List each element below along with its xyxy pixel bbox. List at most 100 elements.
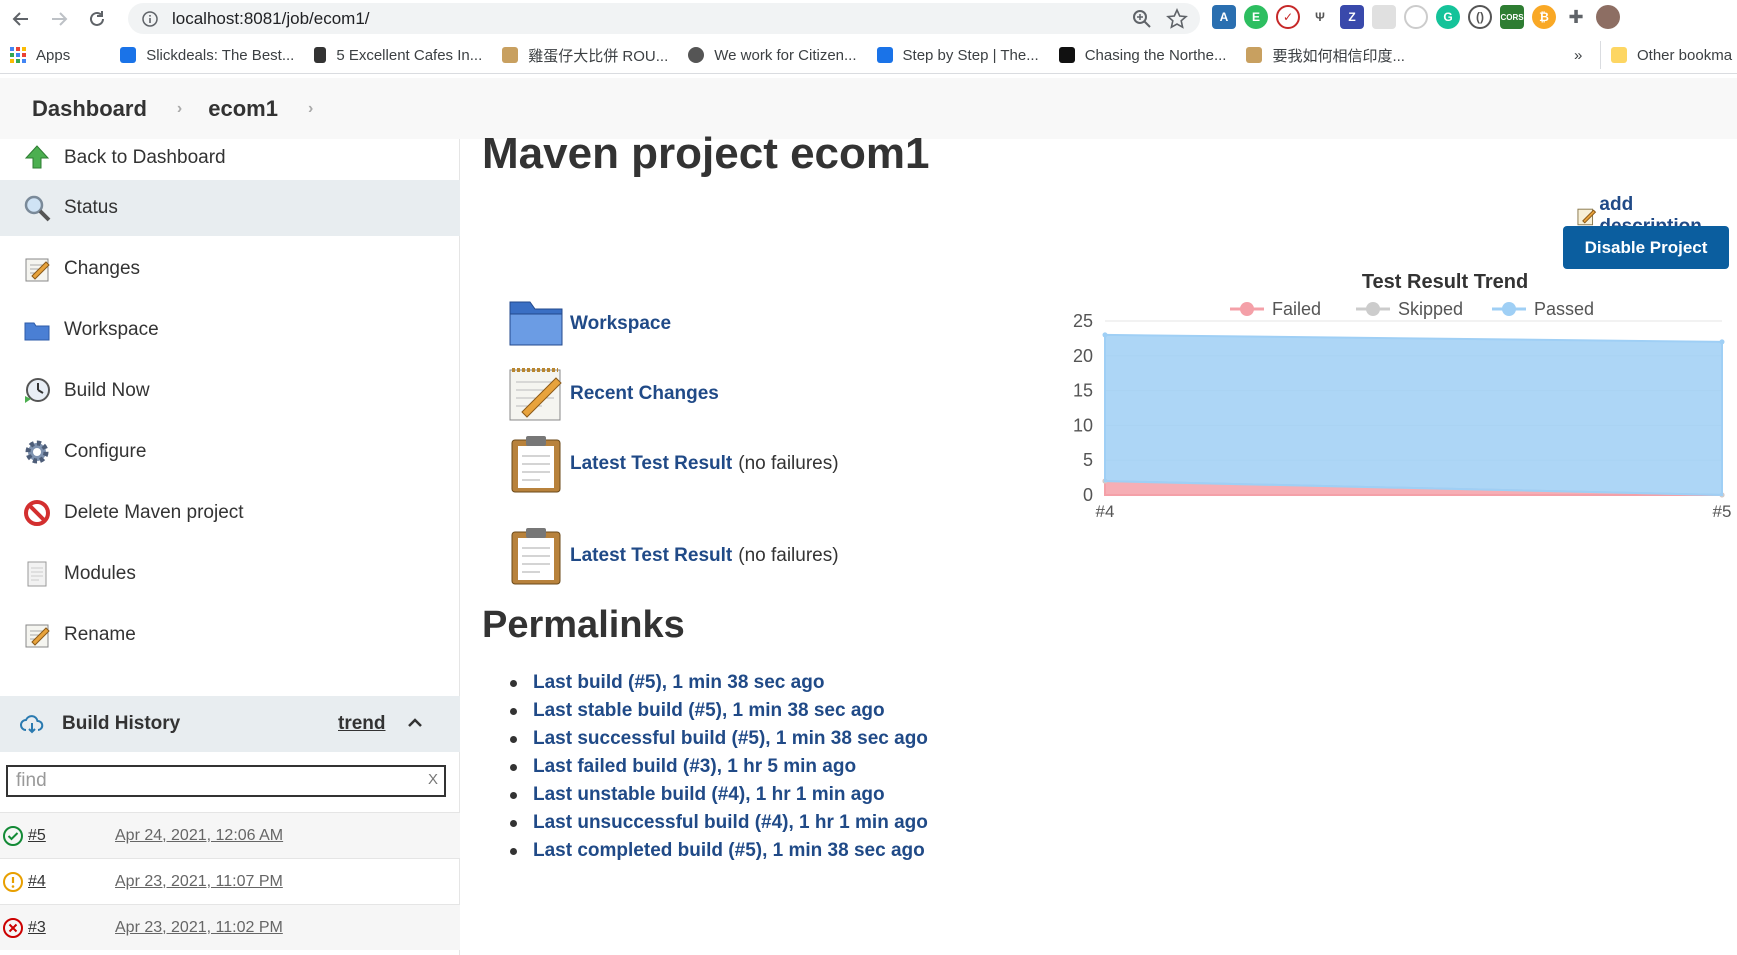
task-rename[interactable]: Rename	[0, 607, 460, 663]
permalink-link[interactable]: Last stable build (#5), 1 min 38 sec ago	[533, 700, 885, 722]
folder-icon	[24, 322, 50, 341]
chevron-right-icon[interactable]: ›	[177, 100, 182, 118]
permalink-link[interactable]: Last unstable build (#4), 1 hr 1 min ago	[533, 784, 885, 806]
more-bookmarks-button[interactable]: »	[1564, 41, 1592, 69]
chevron-up-icon[interactable]	[406, 714, 424, 732]
forward-button[interactable]	[42, 2, 76, 36]
extension-icon[interactable]: Z	[1340, 5, 1364, 29]
breadcrumb-dashboard[interactable]: Dashboard	[32, 96, 147, 122]
task-configure[interactable]: Configure	[0, 424, 460, 480]
bullet	[510, 791, 517, 799]
build-row[interactable]: #4 Apr 23, 2021, 11:07 PM	[0, 858, 460, 904]
url-text[interactable]: localhost:8081/job/ecom1/	[172, 9, 370, 29]
task-back-to-dashboard[interactable]: Back to Dashboard	[0, 130, 460, 186]
bookmark-item[interactable]: Chasing the Northe...	[1049, 41, 1237, 69]
permalink-item[interactable]: Last unsuccessful build (#4), 1 hr 1 min…	[510, 809, 928, 837]
build-search-input[interactable]: find X	[6, 765, 446, 797]
favicon	[120, 47, 137, 63]
favicon	[1246, 47, 1263, 63]
up-arrow-icon	[24, 145, 50, 169]
zoom-icon[interactable]	[1132, 9, 1152, 29]
cors-icon[interactable]: CORS	[1500, 5, 1524, 29]
chevron-double-right-icon: »	[1574, 46, 1583, 64]
address-bar[interactable]: localhost:8081/job/ecom1/	[128, 3, 1200, 34]
disable-project-button[interactable]: Disable Project	[1563, 226, 1729, 269]
chevron-right-icon[interactable]: ›	[308, 100, 313, 118]
magnifier-icon	[24, 195, 51, 222]
task-build-now[interactable]: Build Now	[0, 363, 460, 419]
bookmark-item[interactable]: Step by Step | The...	[867, 41, 1049, 69]
workspace-link[interactable]: Workspace	[570, 313, 671, 335]
build-history-title: Build History	[62, 713, 181, 734]
test-result-note: (no failures)	[738, 453, 839, 474]
reload-button[interactable]	[80, 2, 114, 36]
grammarly-icon[interactable]: G	[1436, 5, 1460, 29]
other-bookmarks[interactable]: Other bookma	[1600, 41, 1737, 69]
recent-changes-link[interactable]: Recent Changes	[570, 383, 719, 405]
bookmark-label: 雞蛋仔大比併 ROU...	[528, 47, 669, 65]
permalink-item[interactable]: Last successful build (#5), 1 min 38 sec…	[510, 725, 928, 753]
extension-icon[interactable]: A	[1212, 5, 1236, 29]
build-number-link[interactable]: #4	[28, 873, 46, 891]
bookmark-item[interactable]: 要我如何相信印度...	[1236, 41, 1415, 69]
bookmark-apps[interactable]: Apps	[0, 41, 80, 69]
task-status[interactable]: Status	[0, 180, 460, 236]
back-button[interactable]	[4, 2, 38, 36]
latest-test-result-link-row[interactable]: Latest Test Result (no failures)	[506, 434, 839, 494]
permalink-item[interactable]: Last completed build (#5), 1 min 38 sec …	[510, 837, 928, 865]
latest-test-result-link[interactable]: Latest Test Result	[570, 545, 732, 567]
clear-search-button[interactable]: X	[428, 771, 438, 788]
breadcrumb-ecom1[interactable]: ecom1	[208, 96, 278, 122]
permalink-item[interactable]: Last unstable build (#4), 1 hr 1 min ago	[510, 781, 928, 809]
build-number-link[interactable]: #5	[28, 827, 46, 845]
bookmark-item[interactable]: We work for Citizen...	[678, 41, 866, 69]
latest-test-result-link-row[interactable]: Latest Test Result (no failures)	[506, 526, 839, 586]
build-row[interactable]: #3 Apr 23, 2021, 11:02 PM	[0, 904, 460, 950]
bookmark-item[interactable]: 5 Excellent Cafes In...	[304, 41, 492, 69]
extension-icon[interactable]	[1372, 5, 1396, 29]
task-changes[interactable]: Changes	[0, 241, 460, 297]
extension-icon[interactable]: Ψ	[1308, 5, 1332, 29]
bookmark-item[interactable]: 雞蛋仔大比併 ROU...	[492, 41, 678, 69]
bookmark-label: Apps	[36, 46, 71, 64]
permalink-link[interactable]: Last build (#5), 1 min 38 sec ago	[533, 672, 824, 694]
recent-changes-link-row[interactable]: Recent Changes	[506, 364, 719, 424]
permalink-link[interactable]: Last failed build (#3), 1 hr 5 min ago	[533, 756, 856, 778]
no-entry-icon	[24, 500, 50, 526]
build-history-trend-link[interactable]: trend	[338, 713, 386, 735]
data-point	[1719, 339, 1725, 345]
permalink-item[interactable]: Last failed build (#3), 1 hr 5 min ago	[510, 753, 928, 781]
data-point	[1102, 332, 1108, 338]
build-date-link[interactable]: Apr 23, 2021, 11:02 PM	[115, 919, 283, 937]
permalink-link[interactable]: Last successful build (#5), 1 min 38 sec…	[533, 728, 928, 750]
bookmark-star-icon[interactable]	[1166, 8, 1188, 30]
extension-icon[interactable]: ✓	[1276, 5, 1300, 29]
permalink-link[interactable]: Last completed build (#5), 1 min 38 sec …	[533, 840, 925, 862]
build-number-link[interactable]: #3	[28, 919, 46, 937]
build-row[interactable]: #5 Apr 24, 2021, 12:06 AM	[0, 812, 460, 858]
permalink-link[interactable]: Last unsuccessful build (#4), 1 hr 1 min…	[533, 812, 928, 834]
avatar[interactable]	[1596, 5, 1620, 29]
main-panel: Maven project ecom1 add description Disa…	[460, 129, 1737, 955]
workspace-link-row[interactable]: Workspace	[506, 294, 671, 354]
permalink-item[interactable]: Last stable build (#5), 1 min 38 sec ago	[510, 697, 928, 725]
extension-icon[interactable]	[1404, 5, 1428, 29]
evernote-icon[interactable]: E	[1244, 5, 1268, 29]
permalink-item[interactable]: Last build (#5), 1 min 38 sec ago	[510, 669, 928, 697]
build-date-link[interactable]: Apr 24, 2021, 12:06 AM	[115, 827, 283, 845]
task-label: Delete Maven project	[64, 502, 244, 523]
info-icon[interactable]	[142, 11, 158, 27]
reload-icon	[90, 10, 104, 26]
arrow-left-icon	[12, 11, 28, 26]
extension-icon[interactable]: ()	[1468, 5, 1492, 29]
task-label: Back to Dashboard	[64, 147, 226, 168]
extension-icon[interactable]: ₿	[1532, 5, 1556, 29]
build-date-link[interactable]: Apr 23, 2021, 11:07 PM	[115, 873, 283, 891]
puzzle-icon[interactable]: ✚	[1564, 5, 1588, 29]
latest-test-result-link[interactable]: Latest Test Result	[570, 453, 732, 475]
task-workspace[interactable]: Workspace	[0, 302, 460, 358]
task-modules[interactable]: Modules	[0, 546, 460, 602]
bullet	[510, 819, 517, 827]
task-delete-project[interactable]: Delete Maven project	[0, 485, 460, 541]
bookmark-item[interactable]: Slickdeals: The Best...	[110, 41, 304, 69]
